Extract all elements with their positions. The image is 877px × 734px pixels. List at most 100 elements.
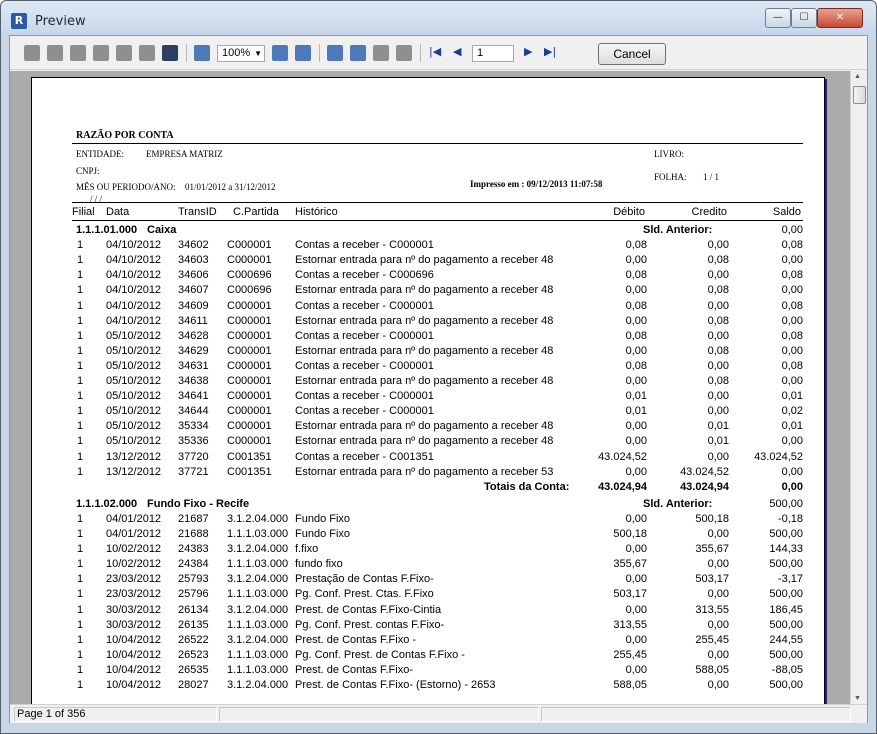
page-setup-icon[interactable]: [373, 45, 389, 61]
cell-historico: Prest. de Contas F.Fixo-: [295, 663, 413, 676]
email-icon[interactable]: [139, 45, 155, 61]
cell-saldo: 244,55: [769, 633, 803, 646]
cell-cpartida: C001351: [227, 465, 272, 478]
cell-cpartida: C000696: [227, 284, 272, 297]
open-icon[interactable]: [47, 45, 63, 61]
cell-debito: 0,08: [625, 239, 647, 252]
scroll-thumb[interactable]: [853, 86, 866, 104]
cell-debito: 500,18: [613, 528, 647, 540]
cell-debito: 355,67: [613, 558, 647, 571]
title-bar[interactable]: R Preview — ☐ ✕: [1, 1, 876, 35]
preview-client: 100% ▼ |◀ ◀ 1 ▶ ▶| Cancel RAZÃO POR CONTA…: [9, 35, 868, 723]
table-row: 1 10/02/2012 24383 3.1.2.04.000 f.fixo 0,00 35…: [32, 543, 826, 558]
cell-saldo: 0,08: [781, 239, 803, 252]
cell-transid: 34628: [178, 329, 209, 342]
table-row: 1 05/10/2012 34641 C000001 Contas a receber …: [32, 390, 826, 405]
zoom-out-icon[interactable]: [272, 45, 288, 61]
cell-data: 04/10/2012: [106, 254, 162, 267]
cell-filial: 1: [77, 679, 84, 691]
cell-historico: Estornar entrada para nº do pagamento a …: [295, 375, 554, 387]
folha-label: FOLHA:: [654, 172, 687, 182]
cell-debito: 0,01: [625, 390, 647, 403]
cell-debito: 0,08: [625, 299, 647, 312]
cell-historico: Estornar entrada para nº do pagamento a …: [295, 435, 554, 448]
close-button[interactable]: ✕: [817, 8, 863, 28]
cell-cpartida: 1.1.1.03.000: [227, 618, 289, 631]
scroll-down-icon[interactable]: ▼: [854, 695, 861, 702]
status-cell: [541, 707, 851, 722]
periodo-label: MÊS OU PERIODO/ANO:: [76, 182, 176, 192]
cell-historico: Prest. de Contas F.Fixo -: [295, 633, 417, 646]
toolbar-separator: [186, 44, 187, 62]
first-page-icon[interactable]: |◀: [429, 45, 441, 58]
edit-icon[interactable]: [396, 45, 412, 61]
divider: [72, 143, 803, 144]
livro-label: LIVRO:: [654, 149, 684, 159]
cell-cpartida: C000001: [227, 375, 272, 387]
full-screen-icon[interactable]: [295, 45, 311, 61]
cell-saldo: 0,00: [781, 254, 803, 267]
cell-data: 05/10/2012: [106, 375, 162, 387]
cell-credito: 0,00: [707, 588, 729, 601]
cell-cpartida: 1.1.1.03.000: [227, 588, 289, 601]
cell-filial: 1: [77, 359, 84, 372]
cell-saldo: 0,00: [781, 465, 803, 478]
export-icon[interactable]: [93, 45, 109, 61]
cell-historico: Contas a receber - C000001: [295, 299, 434, 312]
cancel-button[interactable]: Cancel: [598, 43, 666, 65]
cell-cpartida: C000001: [227, 254, 272, 267]
pdf-icon[interactable]: [116, 45, 132, 61]
preview-viewport[interactable]: RAZÃO POR CONTA ENTIDADE: EMPRESA MATRIZ…: [10, 71, 850, 704]
vertical-scrollbar[interactable]: ▲ ▼: [850, 71, 867, 704]
thumbnails-icon[interactable]: [350, 45, 366, 61]
cell-transid: 28027: [178, 679, 209, 691]
cell-historico: Prestação de Contas F.Fixo-: [295, 573, 434, 586]
cell-cpartida: C000001: [227, 299, 272, 312]
print-icon[interactable]: [24, 45, 40, 61]
cell-transid: 34606: [178, 269, 209, 282]
cell-saldo: 0,02: [781, 405, 803, 418]
cell-transid: 34611: [178, 314, 208, 327]
last-page-icon[interactable]: ▶|: [544, 45, 556, 58]
cell-transid: 34644: [178, 405, 209, 418]
col-transid: TransID: [178, 206, 217, 218]
table-row: 1 04/10/2012 34603 C000001 Estornar entrada …: [32, 254, 826, 269]
cell-historico: Prest. de Contas F.Fixo- (Estorno) - 265…: [295, 679, 496, 691]
find-icon[interactable]: [162, 45, 178, 61]
cell-transid: 37720: [178, 450, 209, 463]
cell-debito: 0,00: [625, 603, 647, 616]
cell-transid: 26522: [178, 633, 209, 646]
cell-data: 23/03/2012: [106, 588, 162, 601]
status-cell: [219, 707, 539, 722]
cell-transid: 25796: [178, 588, 209, 601]
cell-data: 13/12/2012: [106, 465, 162, 478]
cell-debito: 588,05: [613, 679, 647, 691]
cell-credito: 255,45: [695, 633, 729, 646]
prev-page-icon[interactable]: ◀: [453, 45, 461, 58]
cell-transid: 34631: [178, 359, 209, 372]
save-icon[interactable]: [70, 45, 86, 61]
account-header: 1.1.1.02.000 Fundo Fixo - Recife Sld. Ante…: [32, 498, 826, 513]
table-row: 1 04/10/2012 34607 C000696 Estornar entrada …: [32, 284, 826, 299]
cell-historico: Pg. Conf. Prest. de Contas F.Fixo -: [295, 648, 465, 661]
cell-transid: 35336: [178, 435, 209, 448]
minimize-button[interactable]: —: [765, 8, 791, 28]
cell-saldo: 0,00: [781, 284, 803, 297]
cell-credito: 0,00: [707, 359, 729, 372]
scroll-up-icon[interactable]: ▲: [854, 73, 861, 80]
cell-saldo: 186,45: [769, 603, 803, 616]
zoom-in-icon[interactable]: [194, 45, 210, 61]
cell-filial: 1: [77, 375, 84, 387]
cell-credito: 500,18: [695, 512, 729, 525]
next-page-icon[interactable]: ▶: [524, 45, 532, 58]
cell-filial: 1: [77, 254, 84, 267]
zoom-select[interactable]: 100% ▼: [217, 45, 265, 62]
cell-credito: 0,08: [707, 375, 729, 387]
cell-credito: 0,00: [707, 390, 729, 403]
table-row: 1 04/10/2012 34611 C000001 Estornar entrada …: [32, 315, 826, 330]
maximize-button[interactable]: ☐: [791, 8, 817, 28]
page-number-input[interactable]: 1: [472, 45, 514, 62]
printed-at: Impresso em : 09/12/2013 11:07:58: [470, 179, 603, 189]
divider: [72, 220, 803, 221]
outline-icon[interactable]: [327, 45, 343, 61]
